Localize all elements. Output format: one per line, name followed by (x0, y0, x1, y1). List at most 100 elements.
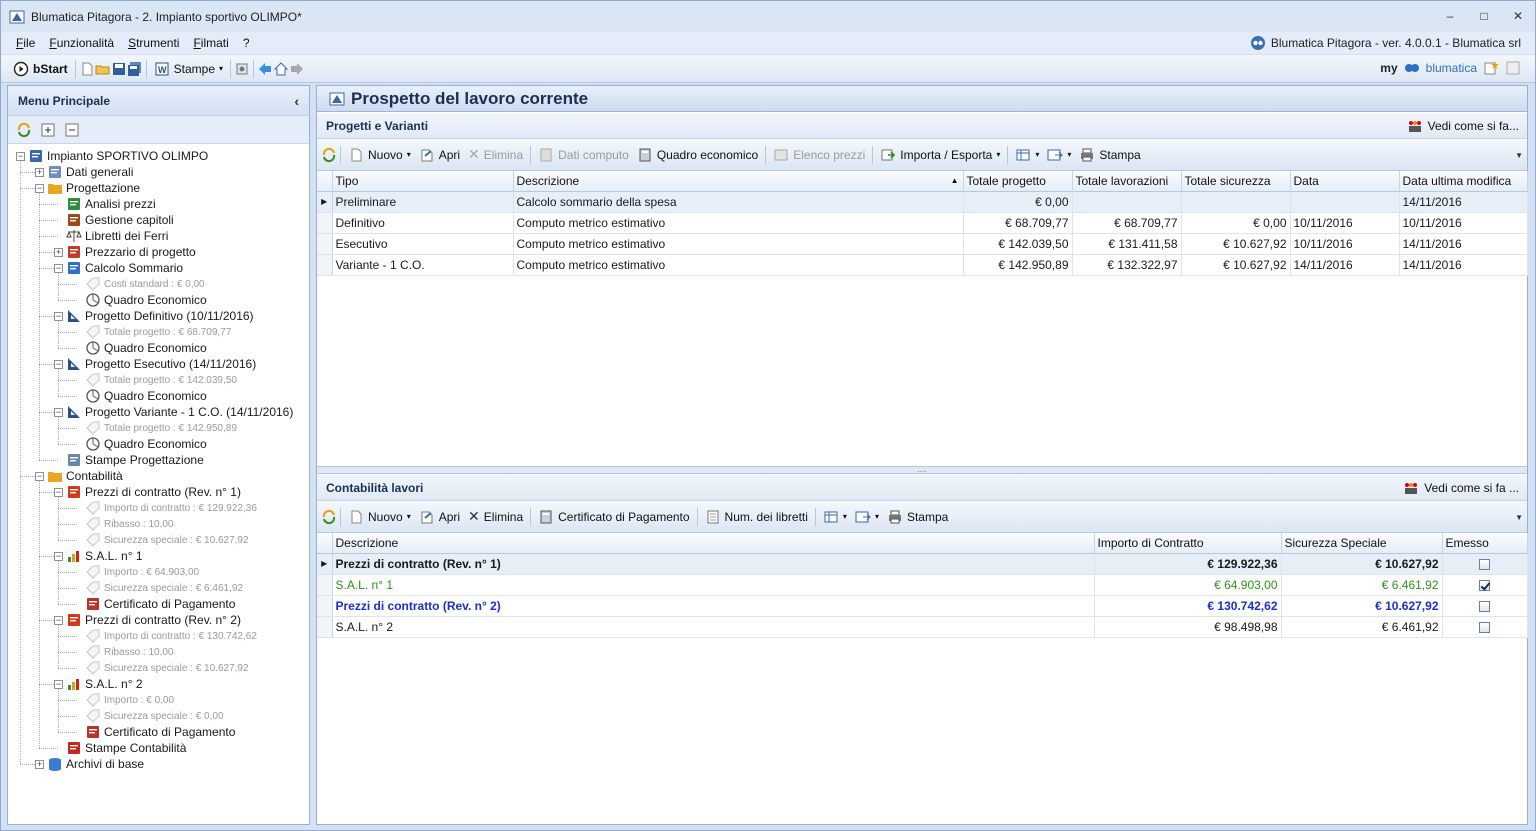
refresh-icon[interactable] (321, 509, 337, 525)
collapse-node-icon[interactable]: − (54, 679, 63, 689)
col-descrizione-cont[interactable]: Descrizione (332, 533, 1095, 554)
collapse-node-icon[interactable]: − (54, 551, 63, 561)
nuovo-button-2[interactable]: Nuovo ▾ (344, 507, 415, 527)
export-dropdown[interactable]: ▾ (1043, 145, 1075, 165)
nuovo-button[interactable]: Nuovo ▾ (344, 145, 415, 165)
tree-item[interactable]: Stampe Contabilità (54, 740, 186, 756)
row-indicator[interactable] (317, 212, 333, 234)
columns-dropdown[interactable]: ▾ (1011, 145, 1043, 165)
tree-item[interactable]: − S.A.L. n° 2 (54, 676, 143, 692)
collapse-node-icon[interactable]: − (54, 615, 63, 625)
tree-item[interactable]: − Progetto Definitivo (10/11/2016) (54, 308, 254, 324)
tree-item[interactable]: + Prezzario di progetto (54, 244, 196, 260)
emesso-checkbox[interactable] (1479, 621, 1490, 633)
collapse-node-icon[interactable]: − (35, 183, 44, 193)
tree-item[interactable]: + Dati generali (35, 164, 133, 180)
tree-item[interactable]: − Progettazione (35, 180, 140, 196)
importa-esporta-button[interactable]: Importa / Esporta ▾ (876, 145, 1004, 165)
bstart-button[interactable]: bStart (9, 59, 72, 79)
columns-dropdown-2[interactable]: ▾ (819, 507, 851, 527)
expand-node-icon[interactable]: + (35, 759, 44, 769)
col-totale-lavorazioni[interactable]: Totale lavorazioni (1072, 171, 1182, 192)
tree-item[interactable]: Certificato di Pagamento (73, 596, 235, 612)
save-all-icon[interactable] (127, 61, 143, 77)
menu-funzionalita[interactable]: Funzionalità (42, 36, 121, 50)
tree-item[interactable]: Libretti dei Ferri (54, 228, 168, 244)
dati-computo-button[interactable]: Dati computo (534, 145, 633, 165)
elenco-prezzi-button[interactable]: Elenco prezzi (769, 145, 869, 165)
tree-item[interactable]: Quadro Economico (73, 292, 207, 308)
elimina-button[interactable]: ✕ Elimina (464, 144, 527, 165)
open-folder-icon[interactable] (95, 61, 111, 77)
close-button[interactable]: ✕ (1511, 9, 1525, 23)
collapse-node-icon[interactable]: − (54, 407, 63, 417)
options-icon[interactable] (234, 61, 250, 77)
col-importo-contratto[interactable]: Importo di Contratto (1094, 533, 1282, 554)
tree-item[interactable]: Gestione capitoli (54, 212, 174, 228)
tree-item[interactable]: − Calcolo Sommario (54, 260, 183, 276)
emesso-checkbox[interactable] (1479, 558, 1490, 570)
apri-button-2[interactable]: Apri (415, 507, 464, 527)
col-tipo[interactable]: Tipo (332, 171, 514, 192)
table-row[interactable]: Esecutivo Computo metrico estimativo € 142… (317, 233, 1528, 255)
collapse-node-icon[interactable]: − (54, 263, 63, 273)
table-row[interactable]: S.A.L. n° 2 € 98.498,98 € 6.461,92 (317, 616, 1528, 638)
export-dropdown-2[interactable]: ▾ (851, 507, 883, 527)
col-emesso[interactable]: Emesso (1442, 533, 1528, 554)
emesso-checkbox[interactable] (1479, 600, 1490, 612)
tree-item[interactable]: − Contabilità (35, 468, 123, 484)
row-indicator[interactable]: ▶ (317, 191, 333, 213)
row-indicator[interactable]: ▶ (317, 553, 333, 575)
collapse-node-icon[interactable]: − (35, 471, 44, 481)
col-sicurezza-speciale[interactable]: Sicurezza Speciale (1281, 533, 1443, 554)
apri-button[interactable]: Apri (415, 145, 464, 165)
row-indicator[interactable] (317, 254, 333, 276)
tree-item[interactable]: + Archivi di base (35, 756, 144, 772)
table-row[interactable]: ▶ Prezzi di contratto (Rev. n° 1) € 129.92… (317, 553, 1528, 575)
col-totale-sicurezza[interactable]: Totale sicurezza (1181, 171, 1291, 192)
stampe-dropdown[interactable]: W Stampe ▾ (150, 59, 227, 79)
home-icon[interactable] (273, 61, 289, 77)
tree-item[interactable]: − Prezzi di contratto (Rev. n° 1) (54, 484, 241, 500)
row-indicator[interactable] (317, 616, 333, 638)
refresh-icon[interactable] (16, 122, 32, 138)
emesso-checkbox[interactable] (1479, 579, 1490, 591)
expand-all-icon[interactable] (40, 122, 56, 138)
stampa-button-2[interactable]: Stampa (883, 507, 952, 527)
collapse-node-icon[interactable]: − (54, 311, 63, 321)
minimize-button[interactable]: ‒ (1443, 9, 1457, 23)
expand-node-icon[interactable]: + (54, 247, 63, 257)
menu-strumenti[interactable]: Strumenti (121, 36, 186, 50)
table-row[interactable]: ▶ Preliminare Calcolo sommario della spesa… (317, 191, 1528, 213)
tree-item[interactable]: − Progetto Esecutivo (14/11/2016) (54, 356, 256, 372)
tree-item[interactable]: − Impianto SPORTIVO OLIMPO (16, 148, 208, 164)
row-indicator[interactable] (317, 233, 333, 255)
row-indicator[interactable] (317, 574, 333, 596)
horizontal-splitter[interactable]: .... (317, 466, 1527, 474)
menu-help[interactable]: ? (236, 36, 257, 50)
menu-file[interactable]: File (9, 36, 42, 50)
col-totale-progetto[interactable]: Totale progetto (963, 171, 1073, 192)
collapse-node-icon[interactable]: − (54, 487, 63, 497)
row-indicator[interactable] (317, 595, 333, 617)
tree-item[interactable]: Quadro Economico (73, 340, 207, 356)
vedi-come-si-fa-link-2[interactable]: Vedi come si fa ... (1403, 480, 1519, 496)
restore-button[interactable]: □ (1477, 9, 1491, 23)
col-data[interactable]: Data (1290, 171, 1400, 192)
forward-arrow-icon[interactable] (289, 61, 305, 77)
collapse-node-icon[interactable]: − (16, 151, 25, 161)
toolbar-overflow-icon-2[interactable]: ▼ (1515, 513, 1523, 522)
col-descrizione[interactable]: Descrizione ▲ (513, 171, 964, 192)
tree-item[interactable]: Analisi prezzi (54, 196, 156, 212)
col-data-ultima-modifica[interactable]: Data ultima modifica (1399, 171, 1528, 192)
vedi-come-si-fa-link[interactable]: Vedi come si fa... (1407, 118, 1519, 134)
quadro-economico-button[interactable]: Quadro economico (633, 145, 762, 165)
refresh-icon[interactable] (321, 147, 337, 163)
elimina-button-2[interactable]: ✕ Elimina (464, 506, 527, 527)
back-arrow-icon[interactable] (257, 61, 273, 77)
toolbar-overflow-icon[interactable]: ▼ (1515, 151, 1523, 160)
table-row[interactable]: S.A.L. n° 1 € 64.903,00 € 6.461,92 (317, 574, 1528, 596)
tree-item[interactable]: − S.A.L. n° 1 (54, 548, 143, 564)
stampa-button[interactable]: Stampa (1075, 145, 1144, 165)
tree-item[interactable]: Certificato di Pagamento (73, 724, 235, 740)
